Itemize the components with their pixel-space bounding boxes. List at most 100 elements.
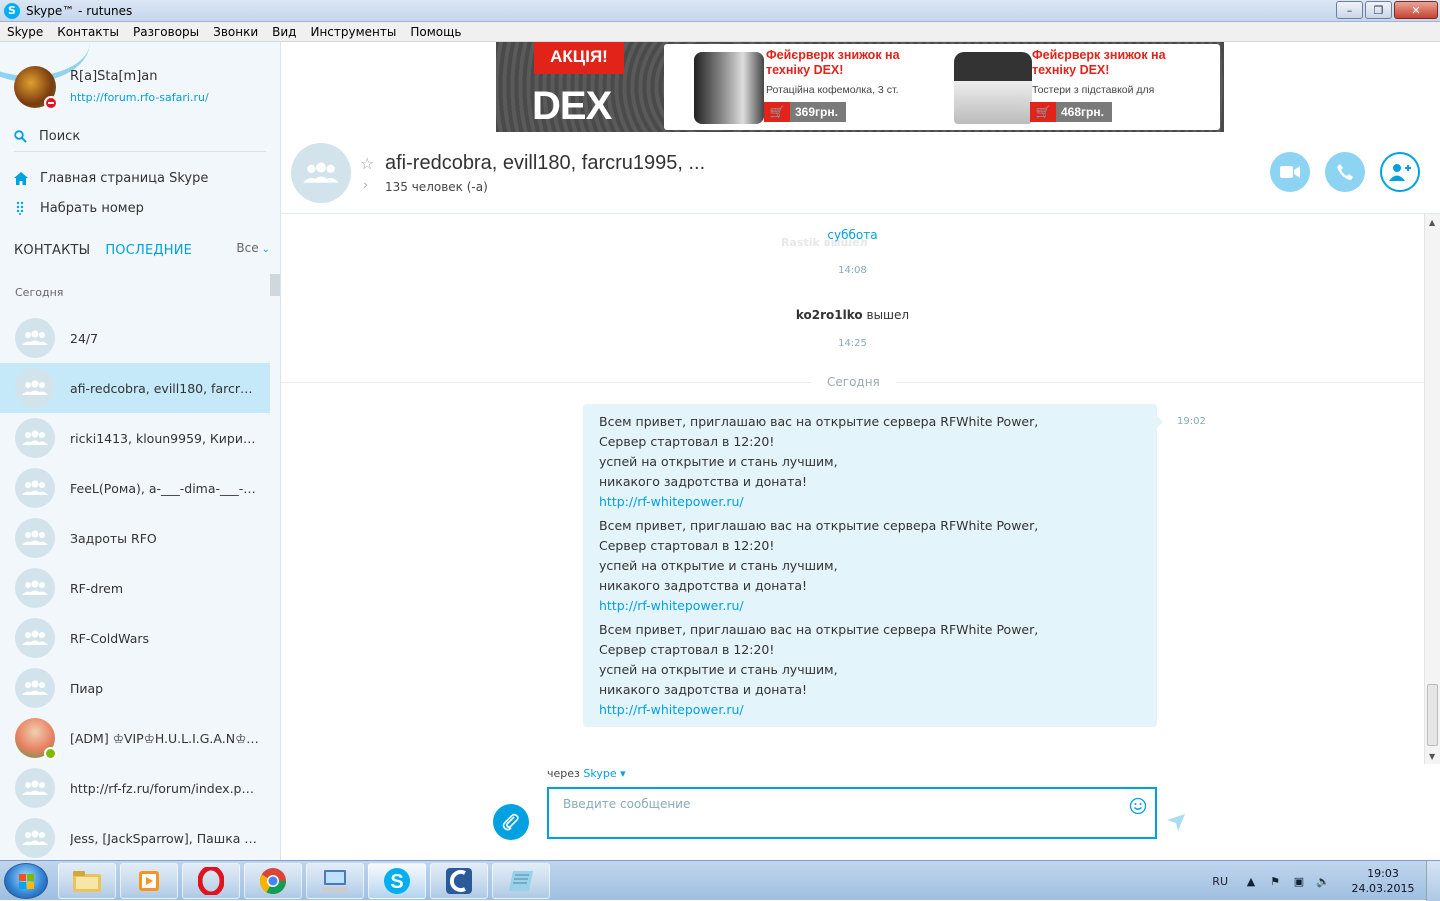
list-item[interactable]: RF-drem — [0, 563, 270, 613]
scroll-down-icon[interactable]: ▼ — [1429, 752, 1435, 761]
today-divider-label: Сегодня — [811, 375, 896, 389]
taskbar-remote-desktop[interactable] — [306, 863, 364, 899]
menu-conversations[interactable]: Разговоры — [126, 25, 206, 39]
message-timestamp: 19:02 — [1177, 416, 1206, 427]
my-name[interactable]: R[a]Sta[m]an — [70, 69, 157, 84]
ad-product[interactable]: Фейєрверк знижок на техніку DEX! Ротацій… — [664, 44, 934, 130]
list-item-name: [ADM] ♔VIP♔H.U.L.I.G.A.N♔VIP♔ — [70, 730, 260, 746]
send-icon[interactable] — [1166, 812, 1186, 832]
tab-contacts[interactable]: КОНТАКТЫ — [14, 243, 90, 258]
volume-icon[interactable]: 🔈 — [1316, 874, 1330, 888]
list-item[interactable]: Jess, [JackSparrow], Пашка :*, ... — [0, 813, 270, 860]
chat-scrollbar[interactable]: ▲ ▼ — [1424, 214, 1440, 764]
taskbar-explorer[interactable] — [58, 863, 116, 899]
folder-icon — [73, 871, 101, 892]
group-icon — [22, 630, 48, 645]
ad-price-tag: 🛒 369грн. — [764, 102, 846, 122]
scroll-up-icon[interactable]: ▲ — [1429, 218, 1435, 227]
dialpad-icon — [16, 201, 24, 215]
group-icon — [22, 480, 48, 495]
filter-dropdown[interactable]: Все ⌄ — [236, 241, 270, 255]
menu-view[interactable]: Вид — [265, 25, 303, 39]
message-input[interactable] — [563, 797, 1123, 833]
list-item[interactable]: [ADM] ♔VIP♔H.U.L.I.G.A.N♔VIP♔ — [0, 713, 270, 763]
clock[interactable]: 19:03 24.03.2015 — [1340, 866, 1426, 896]
chevron-right-icon[interactable]: › — [363, 178, 368, 193]
sidebar-scrollbar[interactable] — [270, 274, 280, 296]
my-mood-message[interactable]: http://forum.rfo-safari.ru/ — [70, 91, 209, 104]
list-item-name: FeeL(Рома), a-___-dima-___-a, ... — [70, 480, 260, 496]
chevron-down-icon: ⌄ — [261, 244, 270, 255]
message-link[interactable]: http://rf-whitepower.ru/ — [599, 596, 1141, 616]
menu-tools[interactable]: Инструменты — [303, 25, 403, 39]
my-avatar[interactable] — [14, 66, 58, 110]
list-item[interactable]: http://rf-fz.ru/forum/index.php... — [0, 763, 270, 813]
close-button[interactable]: ✕ — [1394, 1, 1438, 19]
message-link[interactable]: http://rf-whitepower.ru/ — [599, 700, 1141, 720]
windows-taskbar: S RU ▲ ⚑ ▣ 🔈 19:03 24.03.2015 — [0, 860, 1440, 901]
taskbar-opera[interactable] — [182, 863, 240, 899]
audio-call-button[interactable] — [1325, 152, 1365, 192]
timestamp-text: 14:25 — [838, 338, 867, 349]
list-item[interactable]: afi-redcobra, evill180, farcru1995, ... — [0, 363, 270, 413]
nav-skype-home[interactable]: Главная страница Skype — [14, 166, 208, 190]
list-item[interactable]: ricki1413, kloun9959, Кирилл, ... — [0, 413, 270, 463]
ad-product[interactable]: Фейєрверк знижок на техніку DEX! Тостери… — [930, 44, 1200, 130]
favorite-star-icon[interactable]: ☆ — [360, 154, 374, 173]
message-line: никакого задротства и доната! — [599, 474, 808, 489]
show-desktop-button[interactable] — [1426, 861, 1440, 901]
list-item[interactable]: FeeL(Рома), a-___-dima-___-a, ... — [0, 463, 270, 513]
taskbar-app[interactable] — [430, 863, 488, 899]
menu-help[interactable]: Помощь — [403, 25, 468, 39]
network-icon[interactable]: ▣ — [1292, 874, 1306, 888]
conversation-header: ☆ afi-redcobra, evill180, farcru1995, ..… — [281, 132, 1440, 214]
participants-count[interactable]: 135 человек (-а) — [385, 180, 488, 194]
menu-skype[interactable]: Skype — [0, 25, 50, 39]
sidebar-tabs: КОНТАКТЫ ПОСЛЕДНИЕ Все ⌄ — [14, 238, 270, 262]
action-center-flag-icon[interactable]: ⚑ — [1268, 874, 1282, 888]
system-tray: RU ▲ ⚑ ▣ 🔈 19:03 24.03.2015 — [1212, 861, 1440, 901]
add-person-icon — [1389, 164, 1411, 181]
paperclip-icon — [502, 813, 519, 831]
maximize-button[interactable]: ❐ — [1365, 1, 1392, 19]
taskbar-notepad[interactable] — [492, 863, 550, 899]
coffee-grinder-image — [694, 52, 764, 124]
language-indicator[interactable]: RU — [1212, 875, 1228, 888]
chat-scroll-thumb[interactable] — [1427, 684, 1438, 746]
computer-icon — [322, 870, 348, 892]
profile-card[interactable]: R[a]Sta[m]an http://forum.rfo-safari.ru/ — [0, 42, 280, 122]
tray-expand-icon[interactable]: ▲ — [1244, 874, 1258, 888]
send-via-selector[interactable]: через Skype ▾ — [547, 767, 626, 780]
conversation-avatar[interactable] — [291, 143, 351, 203]
taskbar-skype[interactable]: S — [368, 863, 426, 899]
list-item[interactable]: Пиар — [0, 663, 270, 713]
windows-logo-icon — [19, 874, 34, 889]
list-item[interactable]: Задроты RFO — [0, 513, 270, 563]
caret-down-icon: ▾ — [616, 767, 626, 780]
taskbar-chrome[interactable] — [244, 863, 302, 899]
system-message-user[interactable]: ko2ro1lko — [796, 308, 863, 322]
dnd-status-icon — [44, 96, 58, 110]
minimize-button[interactable]: – — [1336, 1, 1363, 19]
search-input[interactable]: Поиск — [14, 122, 266, 152]
list-item[interactable]: RF-ColdWars — [0, 613, 270, 663]
ad-product-title: Фейєрверк знижок на техніку DEX! — [1032, 48, 1166, 77]
ad-banner[interactable]: АКЦІЯ! DEX Фейєрверк знижок на техніку D… — [496, 42, 1224, 132]
add-participant-button[interactable] — [1380, 152, 1420, 192]
emoticon-icon[interactable] — [1129, 797, 1147, 815]
message-input-box[interactable] — [547, 787, 1157, 839]
video-call-button[interactable] — [1270, 152, 1310, 192]
start-button[interactable] — [4, 863, 48, 899]
attach-button[interactable] — [493, 804, 529, 840]
ad-product-desc: Ротаційна кофемолка, 3 ст. — [766, 84, 899, 96]
app-logo-icon — [446, 868, 472, 894]
nav-dial-number[interactable]: Набрать номер — [14, 196, 144, 220]
message-link[interactable]: http://rf-whitepower.ru/ — [599, 492, 1141, 512]
list-item[interactable]: 24/7 — [0, 313, 270, 363]
conversation-title[interactable]: afi-redcobra, evill180, farcru1995, ... — [385, 152, 705, 175]
tab-recent[interactable]: ПОСЛЕДНИЕ — [105, 243, 192, 258]
message-bubble[interactable]: Всем привет, приглашаю вас на открытие с… — [583, 404, 1163, 727]
taskbar-media-player[interactable] — [120, 863, 178, 899]
menu-calls[interactable]: Звонки — [206, 25, 265, 39]
menu-contacts[interactable]: Контакты — [50, 25, 126, 39]
